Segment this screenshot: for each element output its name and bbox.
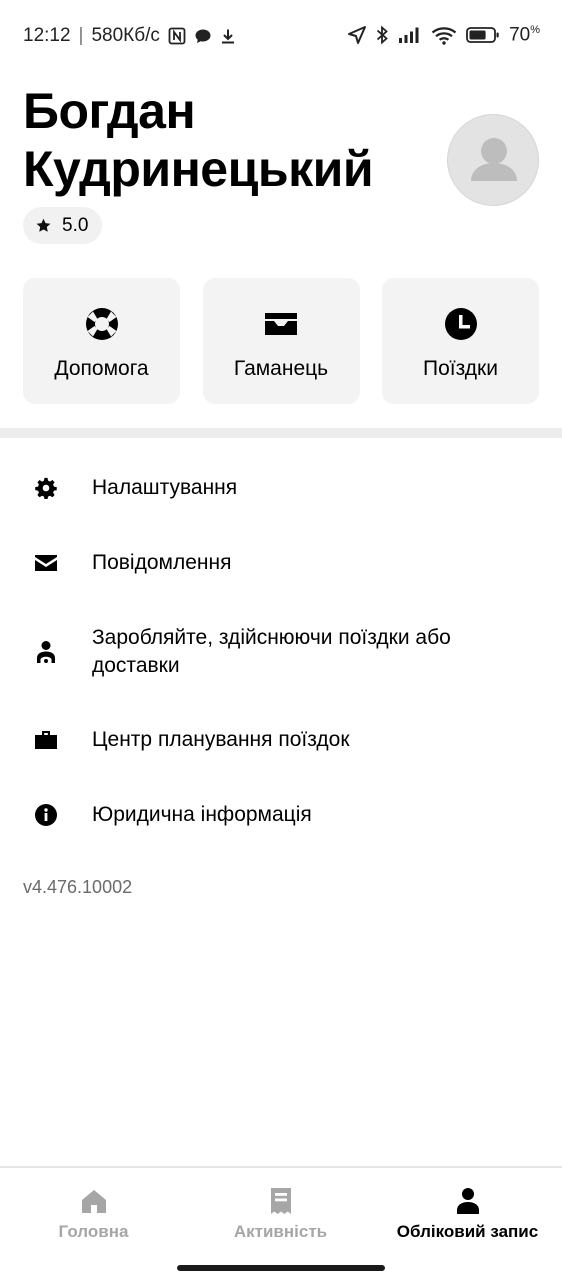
section-divider [0,428,562,438]
menu-item-messages[interactable]: Повідомлення [0,545,562,581]
star-icon [35,217,52,234]
briefcase-icon [34,728,58,752]
menu-item-legal[interactable]: Юридична інформація [0,797,562,833]
menu-item-settings[interactable]: Налаштування [0,470,562,506]
status-left: 12:12 | 580Кб/с [23,25,236,47]
menu-label-earn: Заробляйте, здійснюючи поїздки або доста… [92,626,451,677]
nav-account-label: Обліковий запис [396,1222,539,1241]
signal-icon [398,26,422,44]
network-speed: 580Кб/с [91,25,160,46]
nav-home-label: Головна [58,1222,129,1241]
menu-item-earn[interactable]: Заробляйте, здійснюючи поїздки або доста… [0,622,562,682]
receipt-icon [266,1186,296,1216]
menu-label-trip-planning: Центр планування поїздок [92,728,350,751]
lifebuoy-icon [85,307,119,341]
trips-button[interactable]: Поїздки [382,278,539,404]
status-separator: | [78,25,84,46]
menu-label-messages: Повідомлення [92,551,232,574]
location-arrow-icon [347,25,367,45]
status-right: 70% [347,24,540,46]
nav-home[interactable]: Головна [0,1186,187,1242]
status-bar: 12:12 | 580Кб/с 70% [0,0,562,72]
clock-icon [444,307,478,341]
menu-label-settings: Налаштування [92,476,238,499]
wallet-button[interactable]: Гаманець [202,278,360,404]
info-icon [34,803,58,827]
envelope-icon [34,551,58,575]
rating-badge[interactable]: 5.0 [23,207,103,244]
app-version: v4.476.10002 [23,877,133,897]
chat-bubble-icon [194,28,212,45]
bluetooth-icon [376,25,389,45]
home-icon [79,1186,109,1216]
menu-label-legal: Юридична інформація [92,803,312,826]
home-indicator[interactable] [177,1265,385,1271]
battery-percent: 70% [509,24,540,46]
menu-item-trip-planning[interactable]: Центр планування поїздок [0,722,562,758]
avatar[interactable] [447,114,539,206]
download-icon [220,28,236,45]
trips-label: Поїздки [423,357,498,380]
nav-activity-label: Активність [233,1222,328,1241]
user-name: Богдан Кудринецький [23,83,374,197]
bottom-nav: Головна Активність Обліковий запис [0,1166,562,1280]
driver-icon [34,640,58,664]
person-icon [453,1186,483,1216]
battery-icon [466,26,500,44]
nav-account[interactable]: Обліковий запис [374,1186,561,1242]
wallet-icon [264,307,298,341]
nav-activity[interactable]: Активність [187,1186,374,1242]
help-label: Допомога [54,357,149,380]
rating-value: 5.0 [62,214,89,236]
quick-actions: Допомога Гаманець Поїздки [23,278,539,404]
help-button[interactable]: Допомога [23,278,180,404]
nfc-icon [168,27,186,45]
wifi-icon [431,26,457,45]
wallet-label: Гаманець [233,357,329,380]
status-time: 12:12 [23,25,71,46]
gear-icon [34,476,58,500]
